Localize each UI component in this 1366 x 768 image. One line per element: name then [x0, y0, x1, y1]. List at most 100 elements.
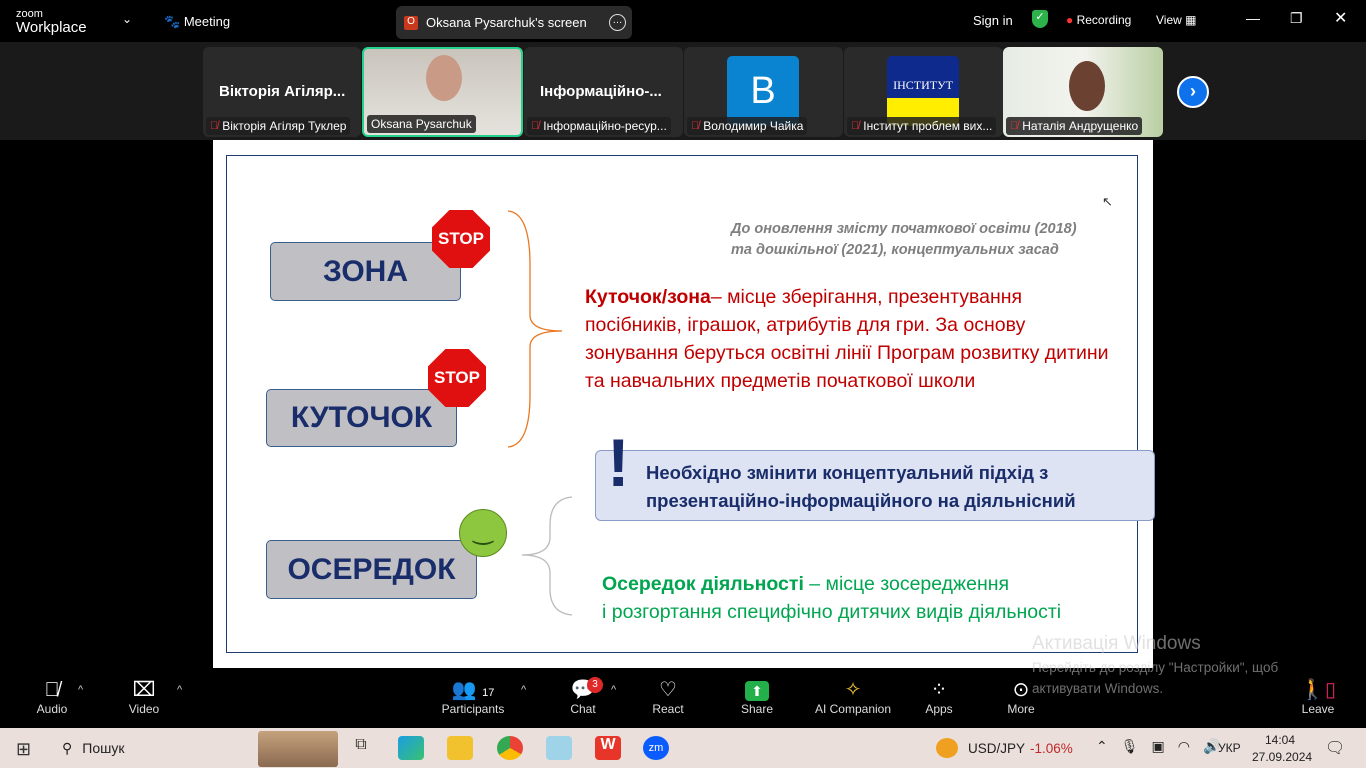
paw-icon: 🐾: [164, 14, 181, 29]
heart-icon: ♡: [659, 679, 677, 701]
meeting-menu[interactable]: 🐾 Meeting: [164, 14, 230, 30]
avatar-logo: ІНСТИТУТ: [887, 56, 959, 126]
close-button[interactable]: ✕: [1334, 8, 1347, 28]
participant-label: 🎙̸ Інститут проблем вих...: [847, 117, 997, 135]
windows-start-icon[interactable]: ⊞: [16, 739, 31, 760]
video-feed: [1069, 61, 1105, 111]
mic-muted-icon: 🎙̸: [691, 120, 700, 132]
participant-label: 🎙̸ Наталія Андрущенко: [1006, 117, 1143, 135]
participant-tile[interactable]: Вікторія Агіляр... 🎙̸ Вікторія Агіляр Тук…: [203, 47, 361, 137]
react-button[interactable]: ♡ React: [628, 678, 708, 716]
zoom-logo: Workplace: [16, 19, 87, 36]
center-text: і розгортання специфічно дитячих видів д…: [602, 601, 1062, 623]
title-bar: zoom Workplace ⌄ 🐾 Meeting O Oksana Pysa…: [0, 0, 1366, 42]
chat-chevron[interactable]: ^: [611, 684, 616, 696]
react-label: React: [652, 702, 684, 716]
notes-app-icon[interactable]: [546, 736, 572, 760]
participant-name: Володимир Чайка: [703, 119, 804, 133]
audio-options-chevron[interactable]: ^: [78, 684, 83, 696]
slide-note: До оновлення змісту початкової освіти (2…: [731, 219, 1077, 261]
corner-box: КУТОЧОК: [266, 389, 457, 447]
system-tray: ⌃ 🎙 ▣ ◠ 🔊: [1096, 738, 1220, 755]
video-options-chevron[interactable]: ^: [177, 684, 182, 696]
mouse-cursor-icon: ↖: [1102, 194, 1113, 209]
file-explorer-icon[interactable]: [447, 736, 473, 760]
chat-label: Chat: [570, 702, 596, 716]
watermark-line: активувати Windows.: [1032, 681, 1164, 696]
search-highlight-image: [258, 731, 338, 767]
video-label: Video: [128, 702, 160, 716]
minimize-button[interactable]: —: [1246, 10, 1260, 26]
center-box: ОСЕРЕДОК: [266, 540, 477, 599]
center-definition: Осередок діяльності – місце зосередження…: [602, 570, 1061, 626]
task-view-icon[interactable]: ⧉: [348, 736, 374, 760]
braces: [507, 210, 573, 616]
video-button[interactable]: ⌧ Video: [104, 678, 184, 716]
participant-name: Інформаційно-ресур...: [543, 119, 667, 133]
apps-button[interactable]: ⁘ Apps: [899, 678, 979, 716]
more-options-icon[interactable]: …: [609, 14, 626, 31]
ticker-symbol[interactable]: USD/JPY: [968, 741, 1025, 756]
shield-check-icon[interactable]: ✓: [1032, 10, 1048, 28]
watermark-text: Перейдіть до розділу "Настройки", щоб акт…: [1032, 657, 1278, 699]
recording-indicator[interactable]: ● Recording: [1066, 13, 1131, 27]
restore-button[interactable]: ❐: [1290, 10, 1303, 27]
participant-tile[interactable]: Інформаційно-... 🎙̸ Інформаційно-ресур...: [524, 47, 683, 137]
participant-label: 🎙̸ Вікторія Агіляр Туклер: [206, 117, 351, 135]
participants-chevron[interactable]: ^: [521, 684, 526, 696]
participant-tile-active[interactable]: Oksana Pysarchuk: [362, 47, 523, 137]
share-button[interactable]: ⬆ Share: [717, 678, 797, 716]
microphone-icon[interactable]: 🎙: [1121, 738, 1139, 755]
mic-muted-icon: 🎙̸: [851, 120, 860, 132]
stop-sign-icon: STOP: [432, 210, 490, 268]
share-banner-label: Oksana Pysarchuk's screen: [426, 15, 587, 30]
next-page-arrow-icon[interactable]: ›: [1177, 76, 1209, 108]
edge-icon[interactable]: [398, 736, 424, 760]
chrome-icon[interactable]: [497, 736, 523, 760]
participants-button[interactable]: 👥 17 Participants: [433, 678, 513, 716]
language-indicator[interactable]: УКР: [1218, 741, 1241, 755]
watermark-line: Перейдіть до розділу "Настройки", щоб: [1032, 660, 1279, 675]
view-label: View: [1156, 13, 1182, 27]
video-off-icon: ⌧: [132, 679, 156, 701]
view-button[interactable]: View ▦: [1156, 13, 1196, 27]
participant-name-large: Вікторія Агіляр...: [219, 83, 346, 100]
avatar: B: [727, 56, 799, 126]
mic-muted-icon: 🎙̸: [1010, 120, 1019, 132]
clock[interactable]: 14:04 27.09.2024: [1252, 732, 1312, 766]
participant-name: Oksana Pysarchuk: [371, 117, 472, 131]
participants-icon: 👥 17: [451, 679, 495, 701]
chevron-up-icon[interactable]: ⌃: [1096, 738, 1108, 755]
definition-text: Куточок/зона– місце зберігання, презенту…: [585, 283, 1110, 395]
callout-line: Необхідно змінити концептуальний підхід …: [646, 462, 1049, 483]
leave-button[interactable]: 🚶▯ Leave: [1278, 678, 1358, 716]
center-text: – місце зосередження: [803, 573, 1010, 595]
wifi-icon[interactable]: ◠: [1178, 738, 1190, 755]
participant-name: Інститут проблем вих...: [863, 119, 993, 133]
audio-label: Audio: [36, 702, 68, 716]
zoom-app-icon[interactable]: zm: [643, 736, 669, 760]
participant-tile[interactable]: B 🎙̸ Володимир Чайка: [684, 47, 843, 137]
participant-label: 🎙̸ Інформаційно-ресур...: [527, 117, 671, 135]
participant-tile[interactable]: 🎙̸ Наталія Андрущенко: [1003, 47, 1163, 137]
ticker-change[interactable]: -1.06%: [1030, 741, 1073, 756]
sparkle-icon: ✧: [844, 679, 862, 701]
sign-in-button[interactable]: Sign in: [973, 13, 1013, 28]
participant-tile[interactable]: ІНСТИТУТ 🎙̸ Інститут проблем вих...: [844, 47, 1003, 137]
record-dot-icon: ●: [1066, 13, 1074, 27]
search-placeholder: Пошук: [82, 740, 125, 756]
camera-icon[interactable]: ▣: [1152, 738, 1165, 755]
more-button[interactable]: ⊙ More: [981, 678, 1061, 716]
participant-label: 🎙̸ Володимир Чайка: [687, 117, 808, 135]
participant-name: Вікторія Агіляр Туклер: [222, 119, 347, 133]
participant-name-large: Інформаційно-...: [540, 83, 662, 100]
wps-office-icon[interactable]: W: [595, 736, 621, 760]
exclamation-icon: !: [607, 425, 630, 501]
chevron-down-icon[interactable]: ⌄: [122, 12, 132, 26]
share-banner[interactable]: O Oksana Pysarchuk's screen …: [396, 6, 632, 39]
ai-companion-button[interactable]: ✧ AI Companion: [808, 678, 898, 716]
apps-icon: ⁘: [930, 679, 948, 701]
apps-label: Apps: [925, 702, 953, 716]
share-label: Share: [740, 702, 774, 716]
notifications-icon[interactable]: 🗨: [1325, 738, 1345, 758]
